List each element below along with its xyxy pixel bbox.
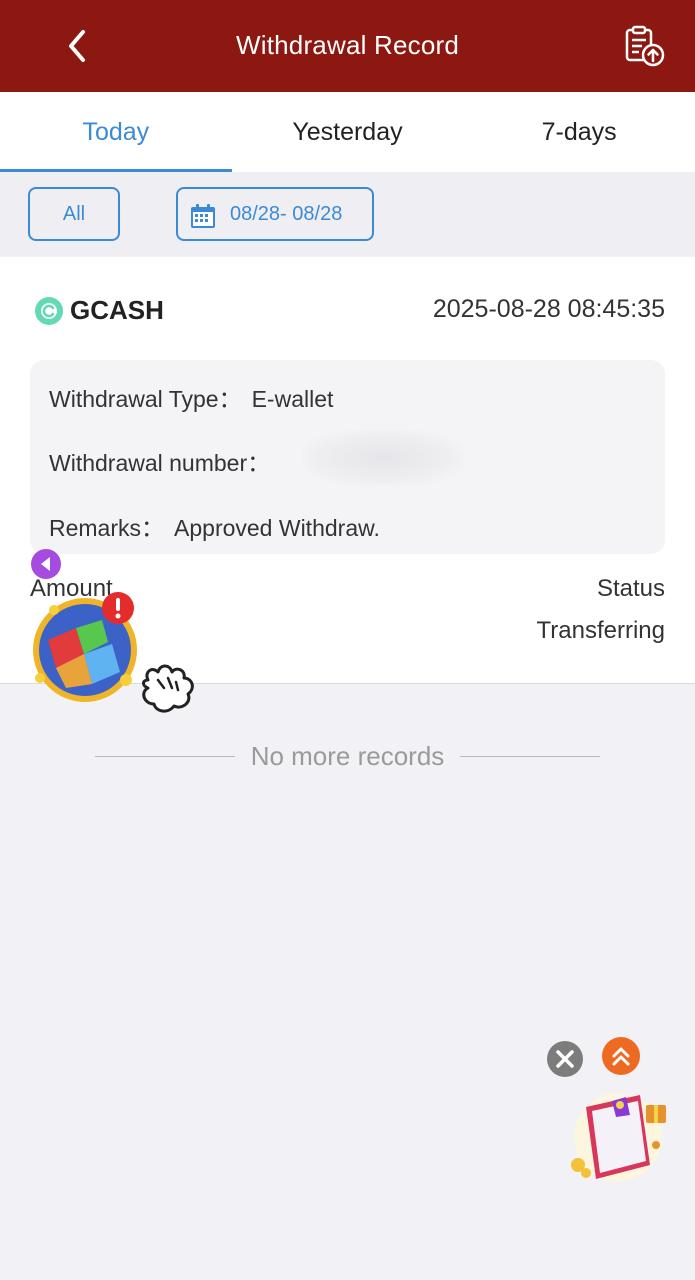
gift-book-float-icon[interactable]	[566, 1085, 676, 1185]
no-more-records-text: No more records	[250, 740, 445, 771]
clipboard-upload-icon	[625, 25, 665, 67]
payment-method-name: GCASH	[70, 295, 164, 325]
remarks-row: Remarks： Approved Withdraw.	[49, 509, 380, 543]
withdrawal-number-redacted	[302, 430, 464, 486]
record-details-panel: Withdrawal Type： E-wallet Withdrawal numb…	[30, 360, 665, 554]
date-range-label: 08/28- 08/28	[230, 203, 343, 225]
withdrawal-type-row: Withdrawal Type： E-wallet	[49, 380, 333, 414]
record-timestamp: 2025-08-28 08:45:35	[432, 295, 665, 323]
withdrawal-type-label: Withdrawal Type：	[49, 386, 242, 412]
tab-7-days[interactable]: 7-days	[463, 92, 695, 172]
tab-today[interactable]: Today	[0, 92, 232, 172]
gcash-logo-icon	[35, 296, 63, 325]
remarks-label: Remarks：	[49, 515, 165, 541]
remarks-value: Approved Withdraw.	[174, 515, 380, 541]
date-range-button[interactable]: 08/28- 08/28	[176, 187, 374, 241]
clipboard-upload-button[interactable]	[620, 24, 670, 70]
filter-all-button[interactable]: All	[28, 187, 120, 241]
withdrawal-number-label: Withdrawal number：	[49, 450, 271, 476]
collapse-float-button[interactable]	[30, 548, 62, 580]
page-title: Withdrawal Record	[235, 30, 460, 60]
divider-line	[94, 755, 235, 757]
tab-yesterday[interactable]: Yesterday	[232, 92, 464, 172]
calendar-icon	[191, 204, 215, 228]
filter-bar: All 08/28- 08/28	[0, 172, 695, 256]
top-bar: Withdrawal Record	[0, 0, 695, 92]
no-more-records: No more records	[0, 736, 695, 776]
date-tabs: Today Yesterday 7-days	[0, 92, 695, 172]
close-icon[interactable]	[546, 1040, 584, 1078]
divider-line	[460, 755, 601, 757]
payment-method: GCASH	[34, 295, 164, 326]
game-cube-float-icon[interactable]	[28, 590, 148, 708]
withdrawal-type-value: E-wallet	[251, 386, 334, 412]
pointer-hand-icon	[142, 664, 194, 713]
double-chevron-up-icon[interactable]	[601, 1036, 641, 1076]
withdrawal-number-row: Withdrawal number：	[49, 444, 270, 478]
status-value: Transferring	[536, 617, 665, 644]
status-label: Status	[596, 575, 665, 602]
